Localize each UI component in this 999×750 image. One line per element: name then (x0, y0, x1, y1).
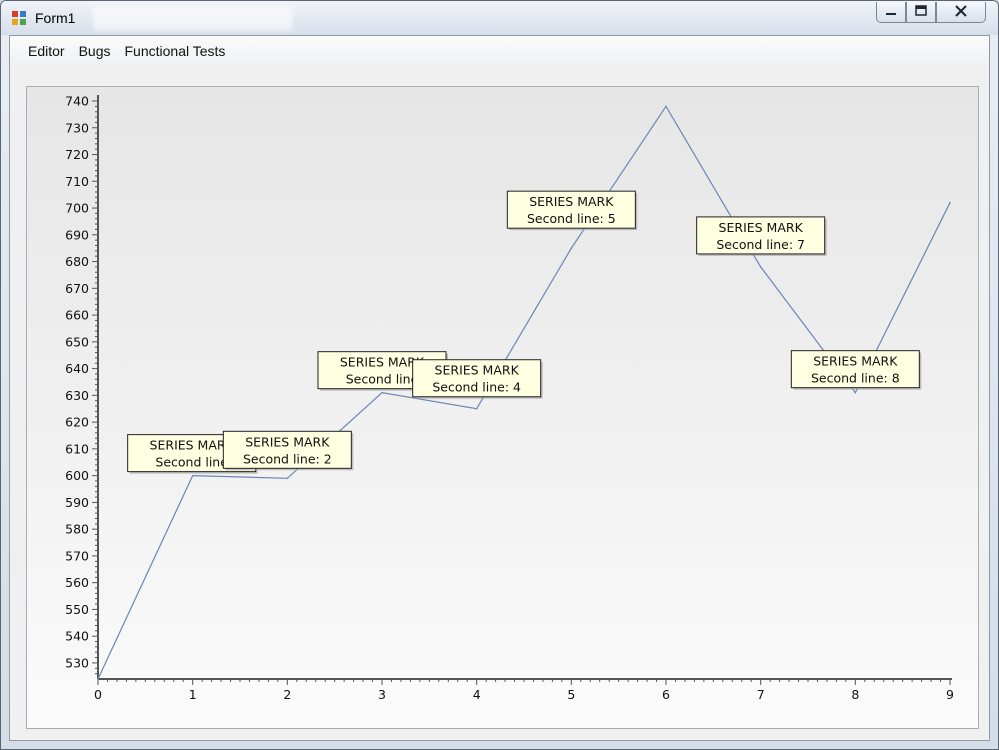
menu-editor[interactable]: Editor (21, 39, 72, 63)
tooltip-title: SERIES MARK (245, 434, 330, 449)
title-bar-reflection (93, 7, 293, 31)
series-point (97, 678, 99, 680)
series-point (854, 391, 857, 394)
tooltip-text: Second line: 7 (716, 237, 805, 252)
tooltip-text: Second line: 8 (811, 371, 900, 386)
x-tick-label: 1 (189, 687, 197, 702)
tooltip-title: SERIES MARK (340, 355, 425, 370)
x-tick-label: 6 (662, 687, 670, 702)
chart-panel: 740 730 720 710 700 690 680 670 660 650 640 630 620 6… (26, 86, 979, 729)
y-tick-label: 560 (65, 575, 89, 590)
x-tick-label: 7 (757, 687, 765, 702)
y-tick-label: 690 (65, 227, 89, 242)
y-tick-label: 580 (65, 522, 89, 537)
tooltip-title: SERIES MARK (150, 438, 235, 453)
tooltip-text: Second line (155, 455, 228, 470)
y-tick-label: 630 (65, 388, 89, 403)
series-point (665, 105, 667, 108)
tooltip-title: SERIES MARK (529, 194, 614, 209)
tooltip-title: SERIES MARK (435, 363, 520, 378)
app-icon (12, 11, 28, 27)
line-chart: 7407307207107006906806706606506406306206… (65, 94, 954, 703)
close-icon (937, 4, 985, 22)
series-point (191, 474, 194, 477)
x-tick-label: 2 (283, 687, 291, 702)
tooltip-text: Second line: 5 (527, 211, 616, 226)
series-point (286, 477, 289, 480)
series-point (949, 201, 951, 204)
minimize-button[interactable] (876, 2, 906, 23)
y-tick-label: 640 (65, 361, 89, 376)
tooltip-text: Second line: 2 (243, 451, 332, 466)
y-tick-label: 540 (65, 629, 89, 644)
y-tick-label: 600 (65, 468, 89, 483)
x-tick-label: 8 (851, 687, 859, 702)
app-window: Form1 Editor Bugs Functional Tests 740 7… (0, 0, 999, 750)
maximize-button[interactable] (906, 2, 936, 23)
tooltip-text: Second line: 4 (432, 380, 521, 395)
y-tick-label: 650 (65, 334, 89, 349)
window-title: Form1 (35, 10, 76, 26)
y-tick-label: 620 (65, 415, 89, 430)
y-tick-label: 700 (65, 201, 89, 216)
y-tick-label: 670 (65, 281, 89, 296)
y-tick-label: 660 (65, 308, 89, 323)
y-tick-label: 680 (65, 254, 89, 269)
x-tick-label: 4 (473, 687, 481, 702)
y-tick-label: 530 (65, 655, 89, 670)
menu-bar: Editor Bugs Functional Tests (10, 36, 989, 66)
title-bar[interactable]: Form1 (1, 1, 998, 35)
series-point (381, 391, 383, 394)
y-tick-label: 710 (65, 174, 89, 189)
menu-bugs[interactable]: Bugs (72, 39, 118, 63)
window-controls (876, 2, 986, 24)
menu-functional-tests[interactable]: Functional Tests (118, 39, 233, 63)
form-client-area: Editor Bugs Functional Tests 740 730 720 71… (9, 35, 990, 741)
tooltip-title: SERIES MARK (719, 220, 804, 235)
series-point (475, 407, 478, 410)
y-tick-label: 720 (65, 147, 89, 162)
y-tick-label: 570 (65, 548, 89, 563)
x-tick-label: 3 (378, 687, 386, 702)
close-button[interactable] (936, 2, 986, 23)
y-tick-label: 590 (65, 495, 89, 510)
x-tick-label: 9 (946, 687, 954, 702)
restore-icon (907, 4, 935, 22)
x-tick-label: 5 (567, 687, 575, 702)
y-tick-label: 740 (65, 94, 89, 109)
series-point (759, 266, 762, 268)
series-point (570, 247, 573, 249)
tooltip-title: SERIES MARK (813, 354, 898, 369)
y-tick-label: 730 (65, 120, 89, 135)
y-tick-label: 610 (65, 441, 89, 456)
minimize-icon (877, 4, 905, 22)
tooltip-text: Second line (346, 372, 419, 387)
x-tick-label: 0 (94, 687, 102, 702)
y-tick-label: 550 (65, 602, 89, 617)
